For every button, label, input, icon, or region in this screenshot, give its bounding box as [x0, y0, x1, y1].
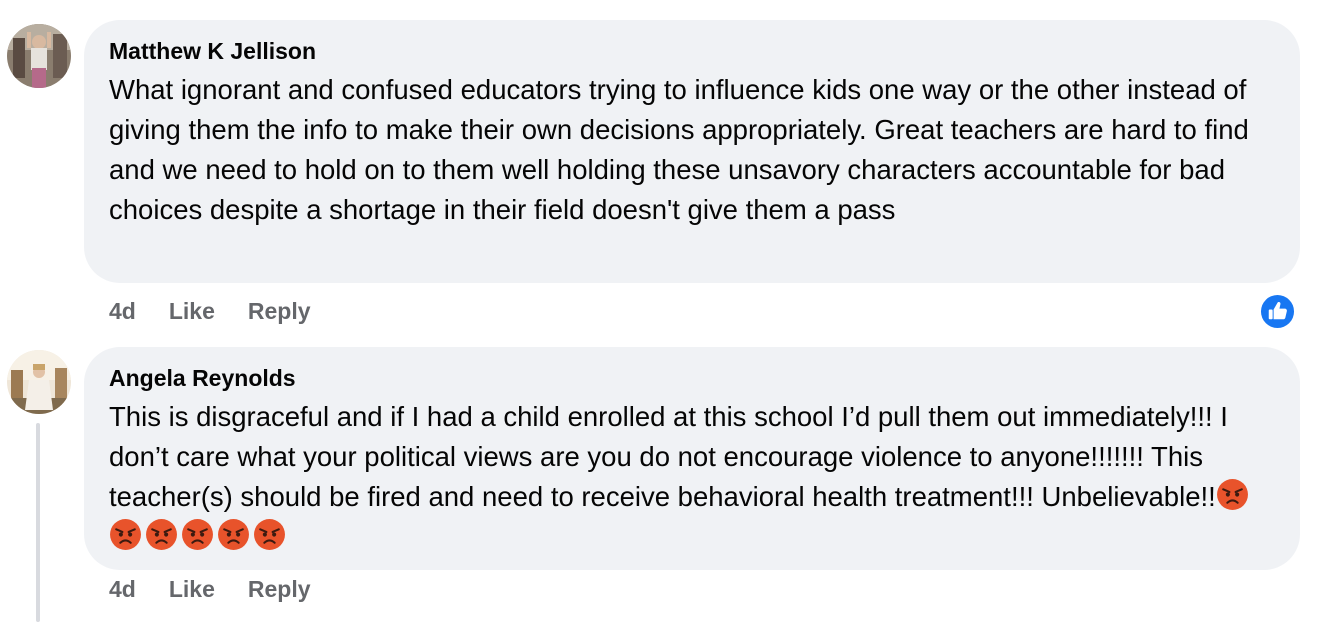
comment-text: What ignorant and confused educators try… [109, 74, 1249, 225]
comment-text: This is disgraceful and if I had a child… [109, 397, 1276, 557]
like-button[interactable]: Like [169, 576, 215, 603]
angry-face-icon [217, 518, 250, 551]
comment-timestamp[interactable]: 4d [109, 576, 136, 603]
avatar-image [7, 24, 71, 88]
comment-author[interactable]: Angela Reynolds [109, 364, 1276, 392]
angry-face-icon [253, 518, 286, 551]
angry-face-icon [1216, 478, 1249, 511]
reply-thread-line [36, 423, 40, 622]
avatar-matthew[interactable] [7, 24, 71, 88]
angry-face-icon [145, 518, 178, 551]
comment-actions: 4d Like Reply [109, 576, 344, 603]
avatar-angela[interactable] [7, 350, 71, 414]
reply-button[interactable]: Reply [248, 298, 311, 325]
angry-face-icon [109, 518, 142, 551]
reply-button[interactable]: Reply [248, 576, 311, 603]
comment-text-body: This is disgraceful and if I had a child… [109, 401, 1228, 512]
reaction-badge[interactable] [1259, 293, 1296, 330]
comment-bubble: Angela Reynolds This is disgraceful and … [84, 347, 1300, 570]
thumbs-up-icon [1260, 294, 1295, 329]
angry-face-icon [181, 518, 214, 551]
like-button[interactable]: Like [169, 298, 215, 325]
comment-actions: 4d Like Reply [109, 298, 344, 325]
comment-bubble: Matthew K Jellison What ignorant and con… [84, 20, 1300, 283]
avatar-image [7, 350, 71, 414]
comment-timestamp[interactable]: 4d [109, 298, 136, 325]
comment-author[interactable]: Matthew K Jellison [109, 37, 1276, 65]
